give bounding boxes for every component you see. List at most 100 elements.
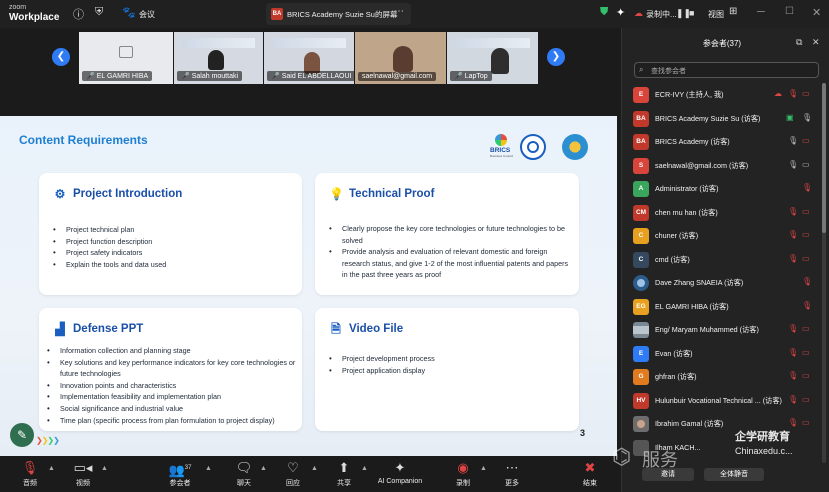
participant-row[interactable]: HV Hulunbuir Vocational Technical ... (访… — [622, 389, 829, 413]
list-item: Explain the tools and data used — [53, 259, 166, 271]
video-off-icon: ▭ — [802, 394, 810, 404]
scrollbar-thumb[interactable] — [822, 83, 826, 233]
participants-options-caret[interactable]: ▲ — [205, 465, 212, 472]
search-icon: ⌕ — [639, 65, 644, 74]
strip-next-button[interactable]: ❯ — [547, 48, 565, 66]
end-meeting-button[interactable]: ✖ 结束 — [562, 460, 618, 488]
participant-row[interactable]: Eng/ Maryam Muhammed (访客) 🎙 ▭ — [622, 318, 829, 342]
paw-icon[interactable]: 🐾 — [122, 6, 136, 19]
video-tile[interactable]: 🎤 Said EL ABDELLAOUI — [264, 32, 355, 84]
participant-row[interactable]: C cmd (访客) 🎙 ▭ — [622, 248, 829, 272]
video-tile[interactable]: 🎤 LapTop — [447, 32, 539, 84]
mic-muted-icon: 🎙 — [788, 230, 799, 239]
ai-sparkle-icon[interactable]: ✦ — [616, 6, 625, 19]
participant-silhouette — [491, 48, 509, 74]
avatar: BA — [633, 134, 649, 150]
video-tile[interactable]: 🎤 EL GAMRI HIBA — [79, 32, 174, 84]
view-menu[interactable]: 视图 — [708, 9, 724, 20]
participant-name: Evan (访客) — [655, 348, 693, 358]
tile-name-label: 🎤 Said EL ABDELLAOUI — [267, 71, 354, 81]
participant-row[interactable]: C chuner (访客) 🎙 ▭ — [622, 224, 829, 248]
video-file-icon: 🗎 — [331, 322, 341, 336]
participant-row[interactable]: S saelnawal@gmail.com (访客) 🎙 ▭ — [622, 154, 829, 178]
avatar: EG — [633, 298, 649, 315]
mute-all-button[interactable]: 全体静音 — [704, 468, 764, 481]
more-button[interactable]: ⋯ 更多 — [484, 460, 540, 488]
participant-list-scrollbar[interactable] — [822, 83, 826, 463]
mic-icon: 🎙 — [788, 159, 799, 169]
card-title: Project Introduction — [73, 188, 183, 200]
participant-row[interactable]: BA BRICS Academy (访客) 🎙 ▭ — [622, 130, 829, 154]
avatar: CM — [633, 204, 649, 221]
mic-muted-icon: 🎙 — [788, 253, 799, 263]
video-off-icon: ▭ — [802, 230, 810, 239]
mic-muted-icon: 🎙 — [788, 418, 799, 427]
participant-name: ghfran (访客) — [655, 372, 697, 381]
annotate-pen-button[interactable]: ✎ — [10, 423, 34, 447]
video-tile[interactable]: saelnawal@gmail.com — [355, 32, 447, 84]
close-icon[interactable]: ✕ — [812, 6, 821, 19]
slide-page-number: 3 — [580, 428, 586, 438]
card-list: Clearly propose the key core technologie… — [329, 223, 571, 281]
video-tile[interactable]: 🎤 Salah mouttaki — [174, 32, 264, 84]
video-off-icon: ▭ — [802, 418, 810, 427]
meeting-label[interactable]: 会议 — [139, 9, 155, 20]
participant-name: EL GAMRI HIBA (访客) — [655, 301, 729, 311]
participant-row[interactable]: G ghfran (访客) 🎙 ▭ — [622, 365, 829, 389]
participant-search-input[interactable]: ⌕ 查找参会者 — [634, 62, 819, 78]
video-options-caret[interactable]: ▲ — [101, 465, 108, 472]
video-icon: ▭ — [802, 159, 810, 169]
share-options-caret[interactable]: ▲ — [361, 465, 368, 472]
participant-list: E ECR-IVY (主持人, 我) ☁ 🎙 ▭ BA BRICS Academ… — [622, 83, 829, 459]
participant-row[interactable]: Dave Zhang SNAEIA (访客) 🎙 — [622, 271, 829, 295]
stop-recording-icon[interactable]: ■ — [689, 8, 694, 18]
participant-row[interactable]: EG EL GAMRI HIBA (访客) 🎙 — [622, 295, 829, 319]
info-icon[interactable]: ⓘ — [73, 6, 84, 22]
participant-name: BRICS Academy (访客) — [655, 137, 730, 146]
shield-check-icon[interactable]: ⛨ — [95, 6, 103, 19]
panel-title: 参会者(37) — [702, 39, 742, 48]
view-grid-icon[interactable]: ⊞ — [729, 6, 737, 17]
close-panel-icon[interactable]: ✕ — [812, 37, 820, 48]
participants-button[interactable]: 👥37 参会者 — [152, 460, 208, 488]
list-item: Implementation feasibility and implement… — [47, 391, 297, 403]
avatar: BA — [633, 110, 649, 127]
toolbar-label: 更多 — [505, 480, 519, 487]
participant-row[interactable]: E Evan (访客) 🎙 ▭ — [622, 342, 829, 366]
popout-icon[interactable]: ⧉ — [796, 37, 802, 48]
mic-muted-icon: 🎙 — [788, 324, 799, 333]
minimize-icon[interactable]: ─ — [757, 6, 765, 18]
watermark-logo-icon: ⌬ — [612, 444, 632, 469]
participants-panel: 参会者(37) ⧉ ✕ ⌕ 查找参会者 E ECR-IVY (主持人, 我) ☁… — [621, 28, 829, 492]
toolbar-label: 回应 — [286, 480, 300, 487]
shared-slide: Content Requirements BRICS Business Coun… — [0, 116, 617, 456]
toolbar-label: 共享 — [337, 480, 351, 487]
card-header: ⚙ Project Introduction — [53, 187, 183, 201]
ai-companion-button[interactable]: ✦ AI Companion — [370, 460, 430, 485]
participant-row[interactable]: A Administrator (访客) 🎙 — [622, 177, 829, 201]
card-list: Project technical plan Project function … — [53, 224, 166, 270]
avatar: S — [633, 157, 649, 174]
more-icon: ⋯ — [505, 460, 519, 475]
globe-logo — [562, 134, 588, 160]
participant-row[interactable]: BA BRICS Academy Suzie Su (访客) ▣ 🎙 — [622, 107, 829, 131]
screen-share-tab[interactable]: BA BRICS Academy Suzie Su的屏幕 ⋯ — [266, 3, 411, 25]
toolbar-label: 结束 — [583, 480, 597, 487]
participant-row[interactable]: E ECR-IVY (主持人, 我) ☁ 🎙 ▭ — [622, 83, 829, 107]
security-shield-icon[interactable]: ⛊ — [600, 6, 608, 19]
lightbulb-icon: 💡 — [329, 187, 344, 201]
avatar: E — [633, 345, 649, 362]
more-options-icon[interactable]: ⋯ — [394, 6, 404, 17]
avatar: E — [633, 87, 649, 103]
tile-name-label: 🎤 LapTop — [450, 71, 492, 81]
audio-options-caret[interactable]: ▲ — [48, 465, 55, 472]
maximize-icon[interactable]: ☐ — [785, 6, 794, 17]
participant-row[interactable]: Ibrahim Gamal (访客) 🎙 ▭ — [622, 412, 829, 436]
list-item: Time plan (specific process from plan fo… — [47, 415, 297, 427]
watermark-brand: 企学研教育 — [735, 431, 790, 443]
participant-row[interactable]: CM chen mu han (访客) 🎙 ▭ — [622, 201, 829, 225]
strip-prev-button[interactable]: ❮ — [52, 48, 70, 66]
mic-muted-icon: 🎙 — [802, 277, 813, 286]
list-item: Project function description — [53, 236, 166, 248]
mic-icon: 🎙 — [788, 136, 799, 145]
